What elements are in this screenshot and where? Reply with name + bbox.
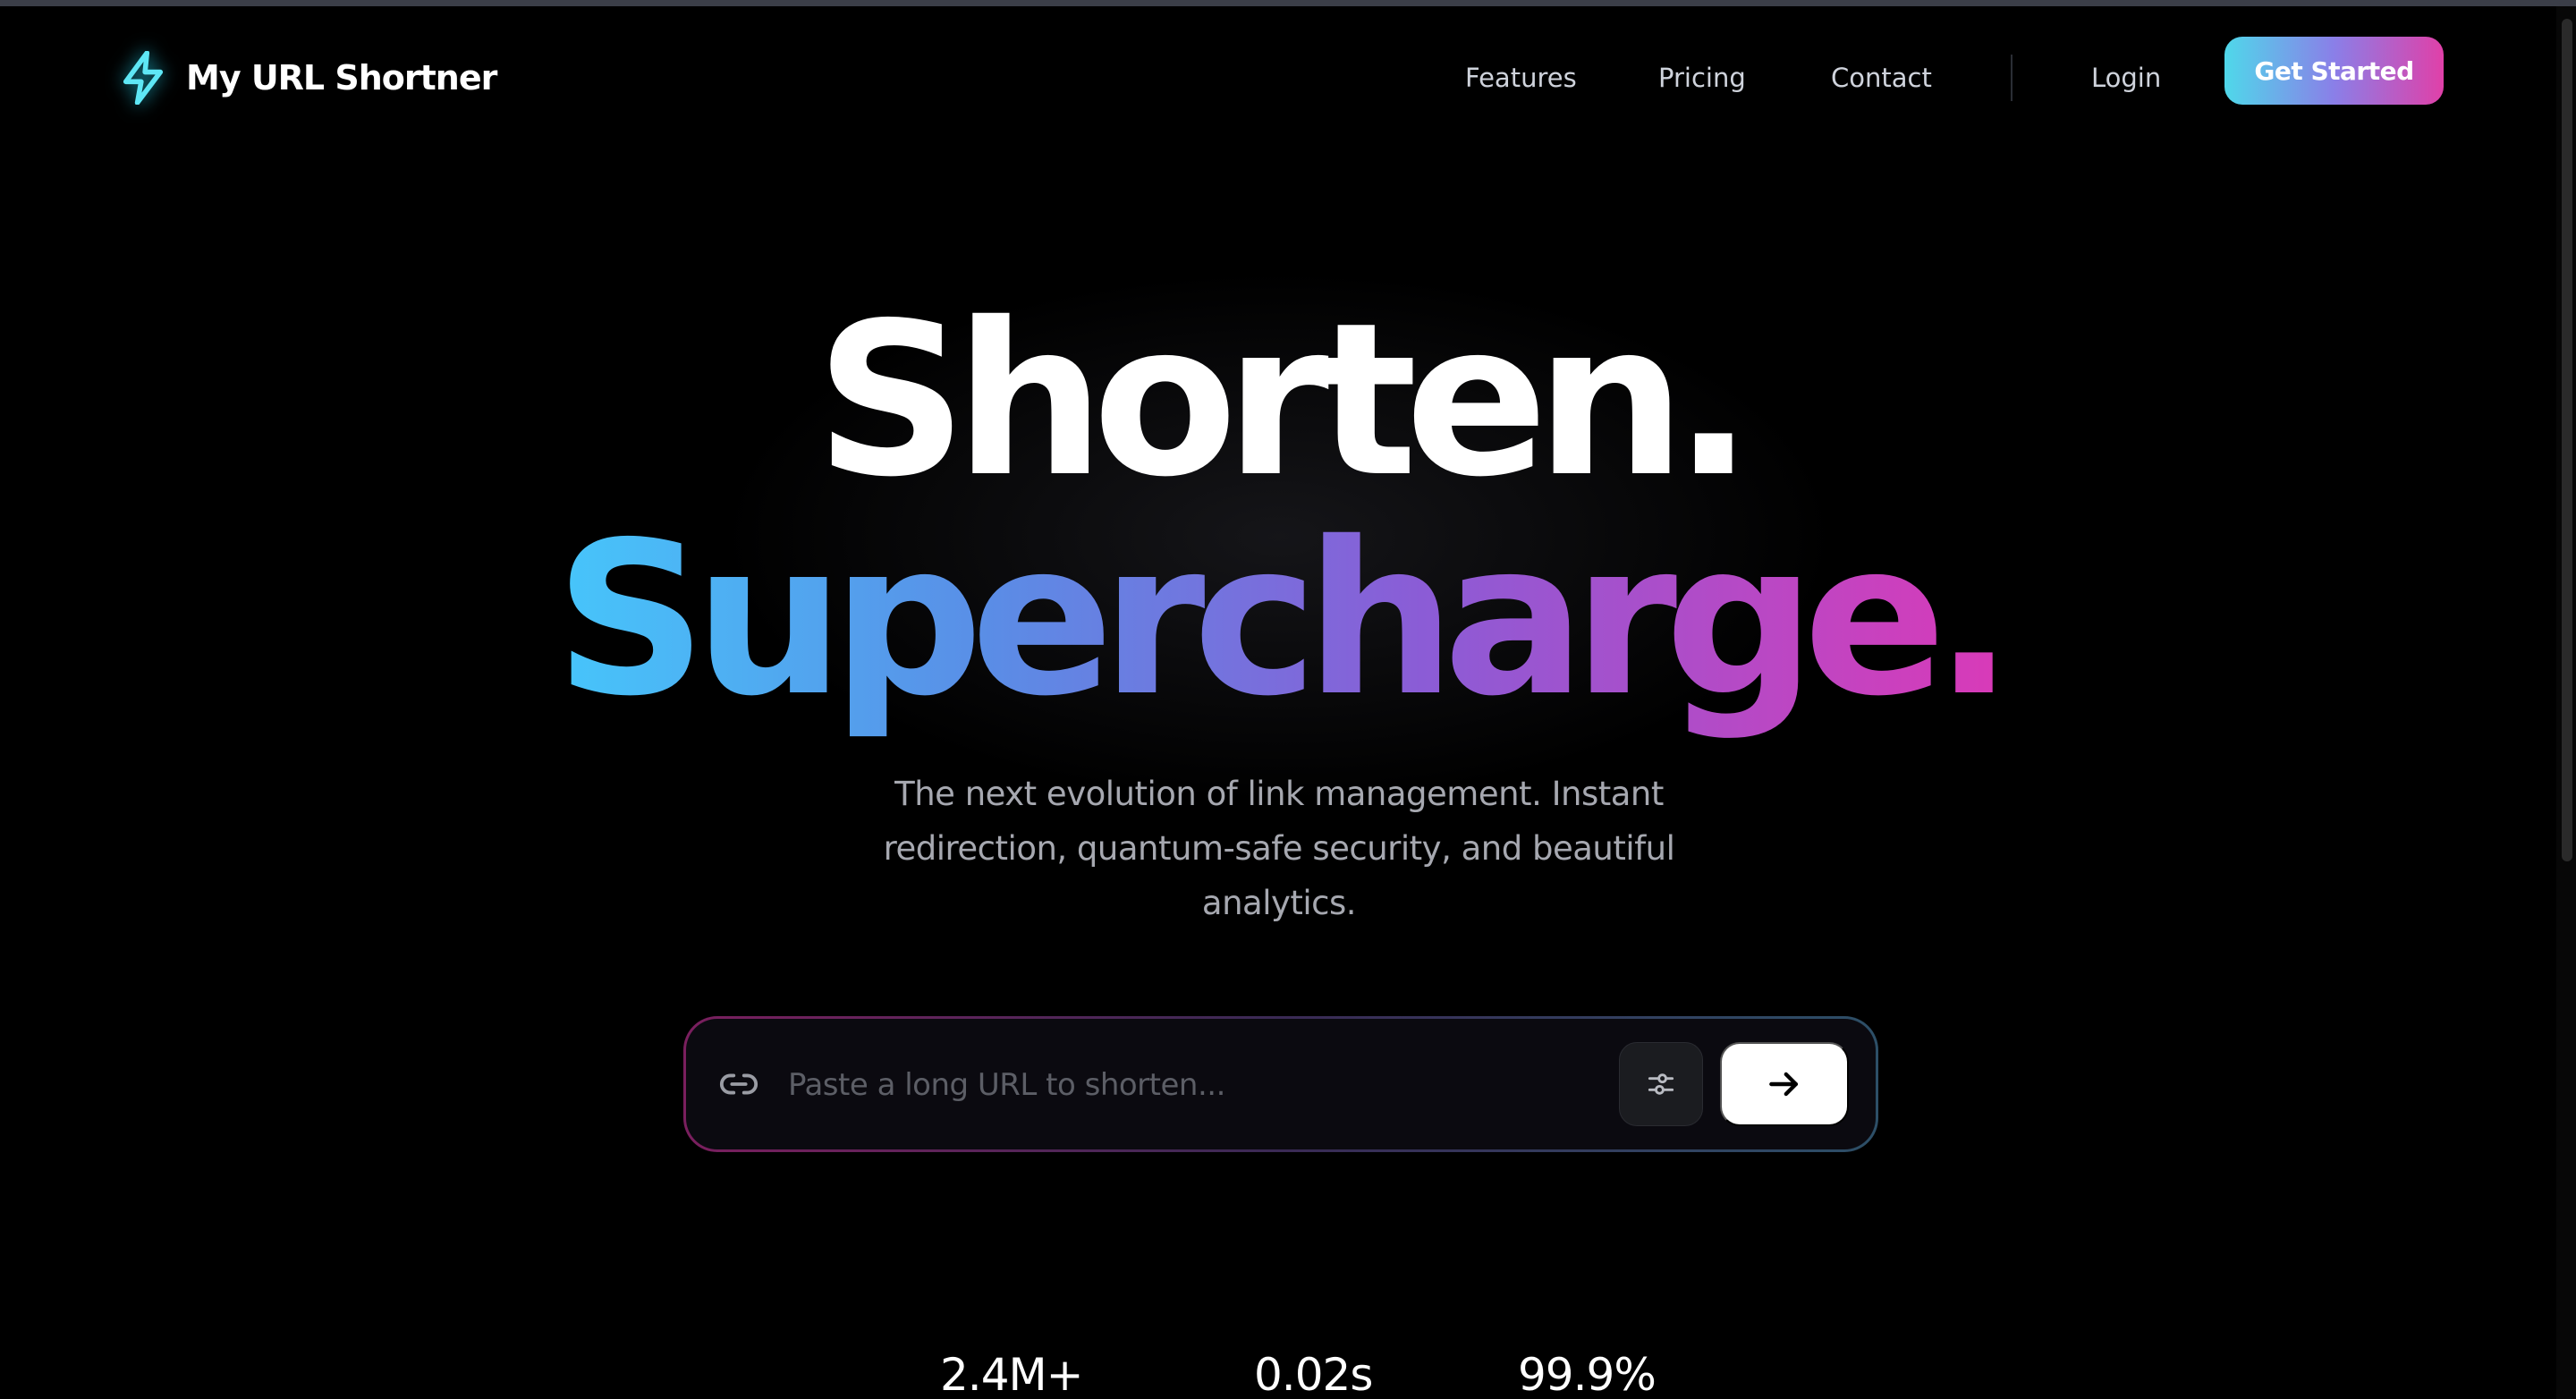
bolt-icon [118, 49, 168, 106]
get-started-button[interactable]: Get Started [2224, 37, 2444, 105]
hero-subtitle: The next evolution of link management. I… [883, 775, 1675, 922]
stats-row: 2.4M+ 0.02s 99.9% [0, 1349, 2556, 1399]
nav-link-pricing[interactable]: Pricing [1658, 63, 1746, 93]
nav-link-contact[interactable]: Contact [1831, 63, 1932, 93]
arrow-right-icon [1765, 1064, 1804, 1104]
headline-shorten: Shorten. [815, 277, 1753, 523]
options-button[interactable] [1619, 1042, 1703, 1126]
login-link[interactable]: Login [2091, 63, 2161, 93]
shorten-submit-button[interactable] [1720, 1042, 1849, 1126]
stat-speed-value: 0.02s [1254, 1349, 1373, 1399]
scrollbar-thumb[interactable] [2562, 19, 2572, 861]
nav-divider [2011, 55, 2012, 101]
url-input-container [686, 1019, 1876, 1149]
stat-links-value: 2.4M+ [940, 1349, 1084, 1399]
navbar: My URL Shortner Features Pricing Contact… [0, 6, 2556, 140]
url-shortener-form [683, 1016, 1878, 1152]
page: My URL Shortner Features Pricing Contact… [0, 0, 2576, 1399]
sliders-icon [1644, 1067, 1678, 1101]
link-icon [716, 1062, 761, 1106]
brand-name: My URL Shortner [186, 58, 497, 98]
headline-supercharge: Supercharge. [0, 514, 2556, 725]
brand-logo[interactable]: My URL Shortner [118, 42, 497, 114]
scrollbar[interactable] [2556, 6, 2576, 1399]
headline-supercharge-text: Supercharge. [555, 496, 2014, 742]
url-input[interactable] [786, 1053, 1398, 1117]
browser-top-bar [0, 0, 2576, 6]
nav-link-features[interactable]: Features [1465, 63, 1577, 93]
stat-uptime-value: 99.9% [1518, 1349, 1657, 1399]
